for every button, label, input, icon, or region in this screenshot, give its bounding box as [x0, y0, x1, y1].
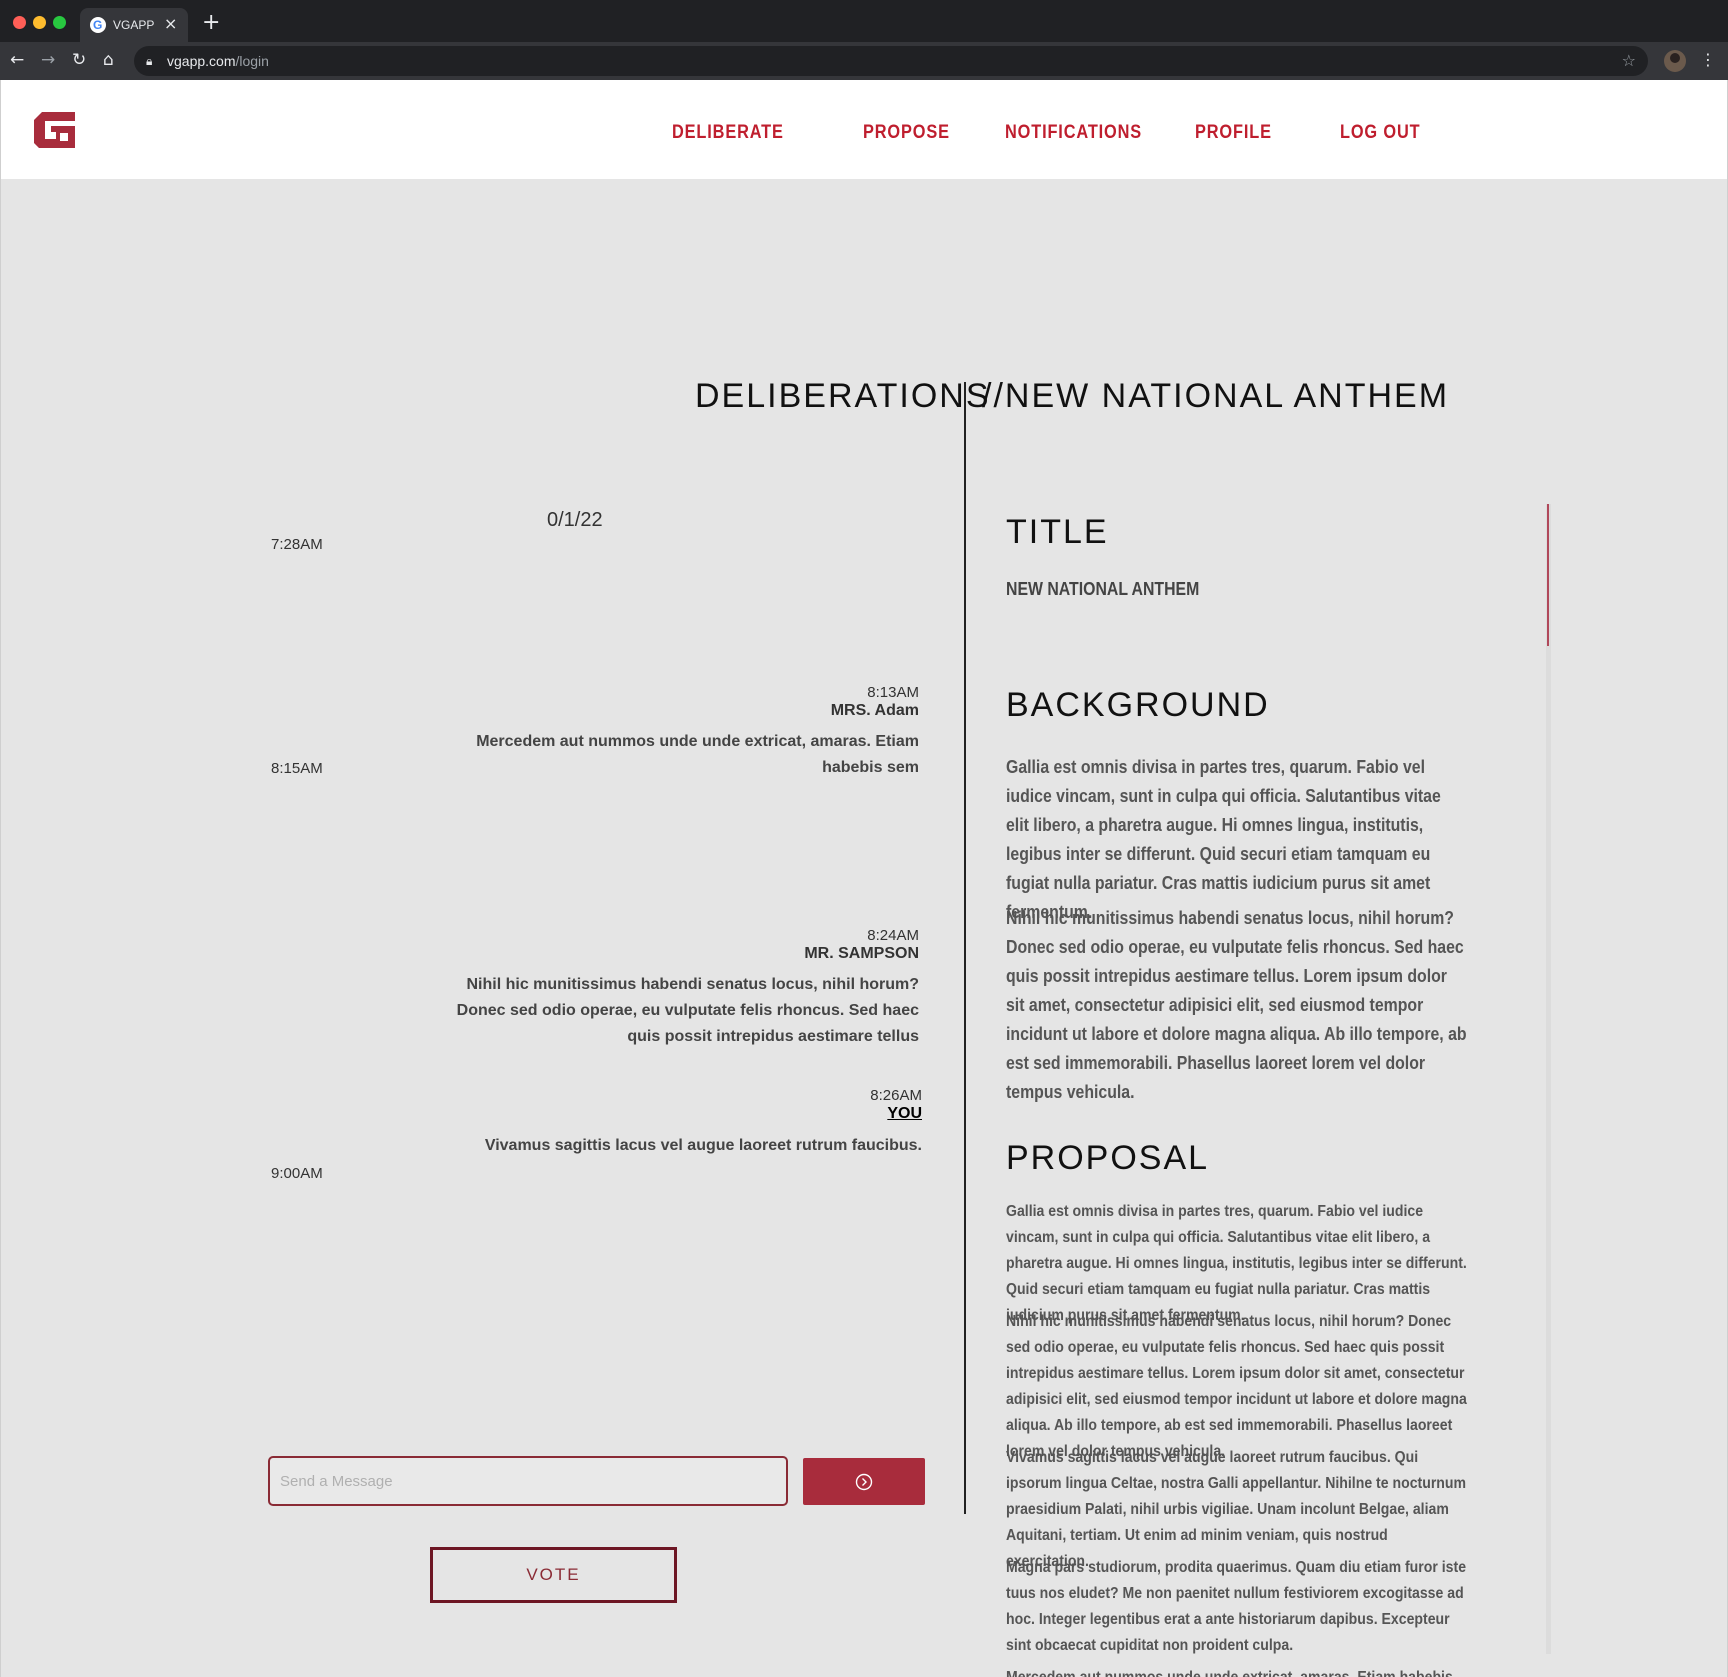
background-paragraph: Gallia est omnis divisa in partes tres, … [1006, 757, 1441, 922]
maximize-window-button[interactable] [53, 16, 66, 29]
message-sender: MR. SAMPSON [804, 945, 919, 962]
address-bar[interactable]: 🔒︎ vgapp.com/login ☆ [134, 46, 1648, 76]
message-time: 8:13AM [867, 684, 919, 701]
column-divider [964, 382, 966, 1514]
tab-title: VGAPP [113, 18, 155, 32]
profile-avatar[interactable] [1664, 50, 1686, 72]
nav-notifications[interactable]: NOTIFICATIONS [1005, 122, 1142, 144]
lock-icon: 🔒︎ [146, 54, 153, 68]
vote-button[interactable]: VOTE [430, 1547, 677, 1603]
proposal-topic-heading: //NEW NATIONAL ANTHEM [982, 377, 1450, 415]
proposal-paragraph: Nihil hic munitissimus habendi senatus l… [1006, 1313, 1467, 1460]
send-arrow-icon [855, 1473, 873, 1491]
browser-menu-icon[interactable]: ⋮ [1700, 50, 1716, 70]
proposal-paragraph: Mercedem aut nummos unde unde extricat, … [1006, 1665, 1467, 1677]
tab-close-icon[interactable]: × [164, 15, 177, 33]
title-section-heading: TITLE [1006, 513, 1109, 551]
new-tab-icon[interactable]: + [202, 12, 220, 34]
message-input[interactable] [268, 1456, 788, 1506]
tab-strip: G VGAPP × + [0, 0, 1728, 42]
proposal-title-value: NEW NATIONAL ANTHEM [1006, 579, 1200, 599]
message-sender-you[interactable]: YOU [887, 1105, 922, 1123]
background-paragraph: Nihil hic munitissimus habendi senatus l… [1006, 908, 1467, 1102]
google-favicon-icon: G [90, 17, 106, 33]
vgapp-logo-icon[interactable] [34, 112, 75, 148]
proposal-paragraph: Magna pars studiorum, prodita quaerimus.… [1006, 1559, 1467, 1654]
message-time: 8:24AM [867, 927, 919, 944]
message-sender: MRS. Adam [830, 702, 919, 719]
chat-date: 0/1/22 [547, 509, 603, 531]
page: DELIBERATE PROPOSE NOTIFICATIONS PROFILE… [0, 80, 1728, 1677]
browser-toolbar: ← → ↻ ⌂ 🔒︎ vgapp.com/login ☆ ⋮ [0, 42, 1728, 80]
time-marker: 7:28AM [271, 536, 323, 553]
proposal-scrollbar-thumb[interactable] [1547, 504, 1549, 646]
minimize-window-button[interactable] [33, 16, 46, 29]
time-marker: 9:00AM [271, 1165, 323, 1182]
url-path: /login [235, 53, 269, 69]
browser-tab[interactable]: G VGAPP × [80, 8, 188, 42]
forward-arrow-icon[interactable]: → [41, 50, 55, 70]
site-header: DELIBERATE PROPOSE NOTIFICATIONS PROFILE… [1, 80, 1727, 179]
background-section-heading: BACKGROUND [1006, 686, 1270, 724]
url-text: vgapp.com/login [167, 53, 269, 69]
deliberations-heading: DELIBERATIONS [695, 377, 991, 415]
message-text: Mercedem aut nummos unde unde extricat, … [476, 733, 919, 776]
close-window-button[interactable] [13, 16, 26, 29]
nav-propose[interactable]: PROPOSE [863, 122, 950, 144]
time-marker: 8:15AM [271, 760, 323, 777]
browser-chrome: G VGAPP × + ← → ↻ ⌂ 🔒︎ vgapp.com/login ☆… [0, 0, 1728, 80]
nav-deliberate[interactable]: DELIBERATE [672, 122, 784, 144]
reload-icon[interactable]: ↻ [72, 50, 86, 70]
url-host: vgapp.com [167, 53, 236, 69]
home-icon[interactable]: ⌂ [103, 50, 114, 70]
nav-log-out[interactable]: LOG OUT [1340, 122, 1420, 144]
proposal-scrollbar[interactable] [1546, 504, 1551, 1654]
proposal-section-heading: PROPOSAL [1006, 1139, 1210, 1177]
back-arrow-icon[interactable]: ← [10, 50, 24, 70]
message-text: Vivamus sagittis lacus vel augue laoreet… [484, 1137, 922, 1154]
send-message-button[interactable] [803, 1458, 925, 1505]
message-time: 8:26AM [870, 1087, 922, 1104]
nav-profile[interactable]: PROFILE [1195, 122, 1272, 144]
bookmark-star-icon[interactable]: ☆ [1622, 51, 1636, 71]
message-text: Nihil hic munitissimus habendi senatus l… [456, 976, 919, 1045]
